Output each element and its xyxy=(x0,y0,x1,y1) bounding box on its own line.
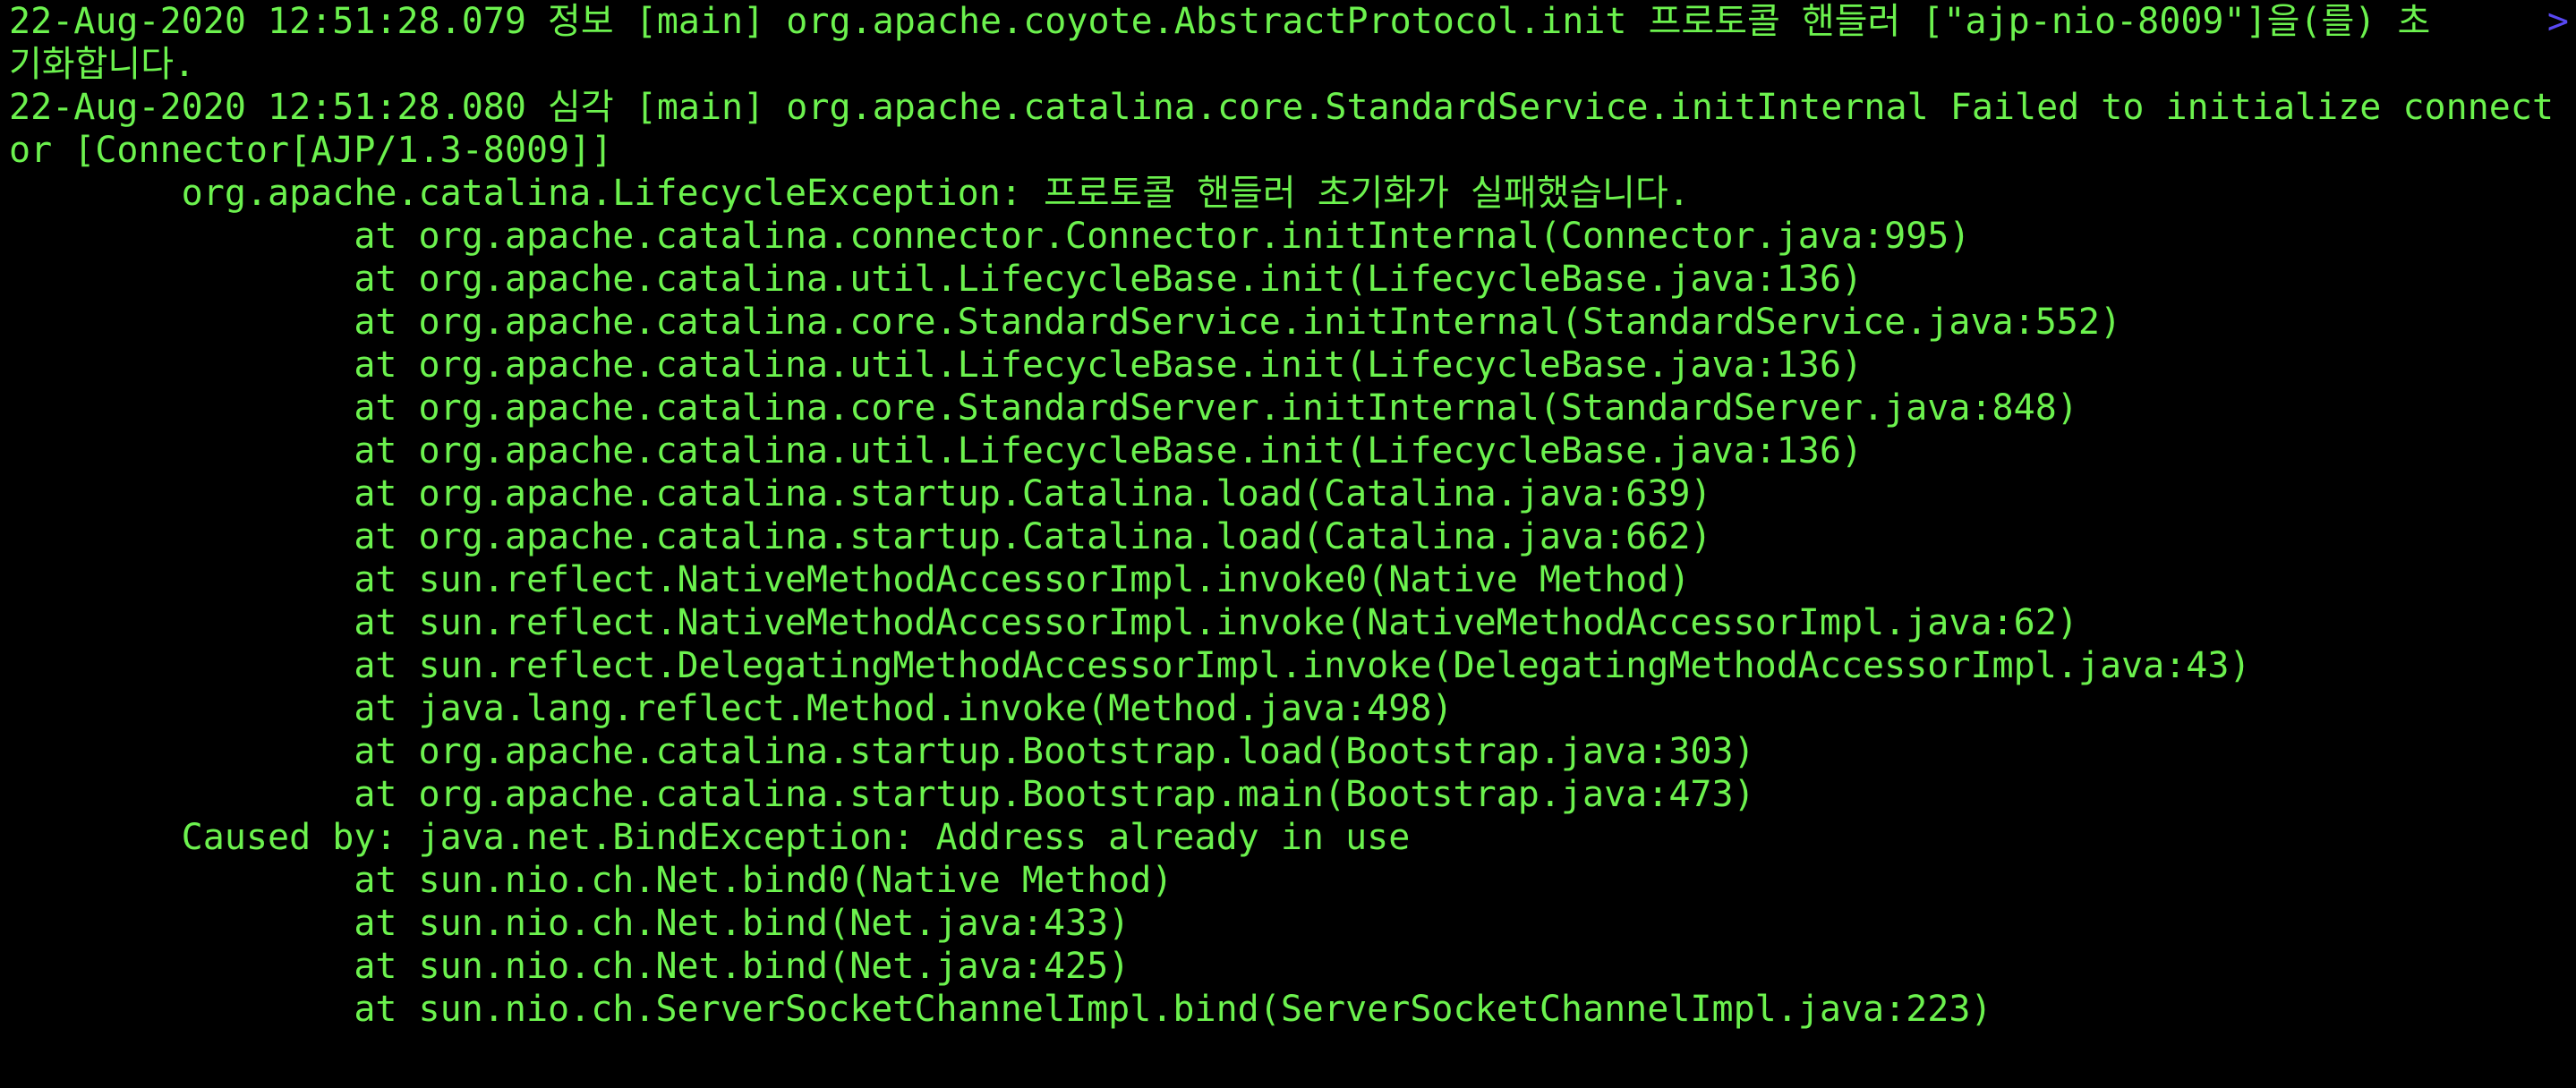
log-line: at sun.nio.ch.Net.bind(Net.java:425) xyxy=(9,946,1130,987)
log-line: at sun.nio.ch.ServerSocketChannelImpl.bi… xyxy=(9,989,1992,1030)
terminal-output: 22-Aug-2020 12:51:28.079 정보 [main] org.a… xyxy=(9,0,2554,1031)
log-line: at sun.nio.ch.Net.bind(Net.java:433) xyxy=(9,903,1130,944)
log-line: 22-Aug-2020 12:51:28.079 정보 [main] org.a… xyxy=(9,1,2431,42)
log-line: at org.apache.catalina.startup.Bootstrap… xyxy=(9,774,1755,815)
log-line: at org.apache.catalina.connector.Connect… xyxy=(9,216,1971,257)
log-line: at java.lang.reflect.Method.invoke(Metho… xyxy=(9,688,1454,729)
log-line: at org.apache.catalina.core.StandardServ… xyxy=(9,302,2122,343)
log-line: at org.apache.catalina.util.LifecycleBas… xyxy=(9,344,1864,386)
line-wrap-marker: > xyxy=(2546,1,2569,42)
log-line: or [Connector[AJP/1.3-8009]] xyxy=(9,130,613,171)
log-line: at org.apache.catalina.util.LifecycleBas… xyxy=(9,259,1864,300)
log-line: 22-Aug-2020 12:51:28.080 심각 [main] org.a… xyxy=(9,87,2555,128)
log-line: at org.apache.catalina.startup.Bootstrap… xyxy=(9,731,1755,772)
log-line: org.apache.catalina.LifecycleException: … xyxy=(9,173,1690,214)
log-line: at sun.reflect.NativeMethodAccessorImpl.… xyxy=(9,602,2078,643)
log-line: at org.apache.catalina.core.StandardServ… xyxy=(9,387,2078,429)
log-line: at sun.reflect.NativeMethodAccessorImpl.… xyxy=(9,559,1691,600)
log-line: Caused by: java.net.BindException: Addre… xyxy=(9,817,1411,858)
log-line: at sun.nio.ch.Net.bind0(Native Method) xyxy=(9,860,1173,901)
log-line: at org.apache.catalina.startup.Catalina.… xyxy=(9,473,1712,514)
log-line: at org.apache.catalina.startup.Catalina.… xyxy=(9,516,1712,557)
log-line: at org.apache.catalina.util.LifecycleBas… xyxy=(9,430,1864,472)
log-line: 기화합니다. xyxy=(9,44,196,85)
log-line: at sun.reflect.DelegatingMethodAccessorI… xyxy=(9,645,2251,686)
